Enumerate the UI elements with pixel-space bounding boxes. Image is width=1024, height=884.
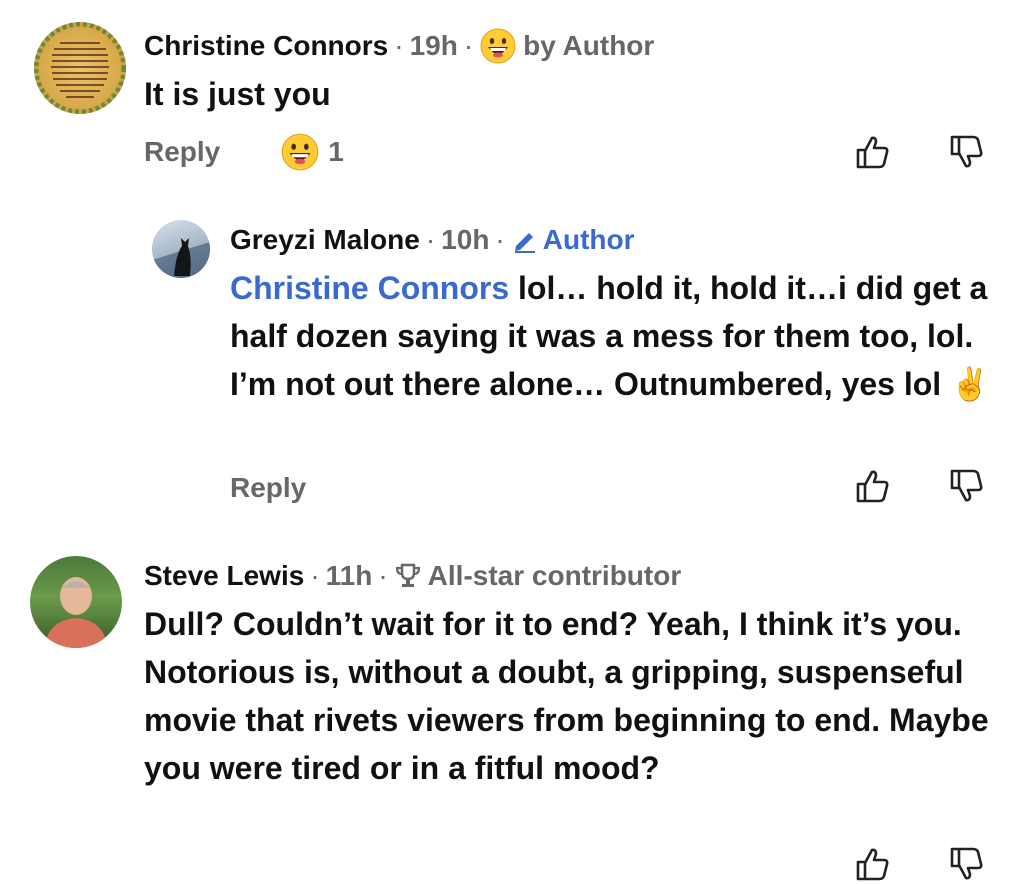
separator: · — [394, 30, 404, 61]
comment-actions: Reply 1 — [144, 130, 344, 174]
comment-header: Steve Lewis · 11h · All-star contributor — [144, 556, 681, 596]
comment-steve-lewis: Steve Lewis · 11h · All-star contributor… — [0, 530, 1024, 881]
comment-header: Greyzi Malone · 10h · Author — [230, 220, 635, 260]
separator: · — [378, 560, 388, 591]
comment-greyzi-malone: Greyzi Malone · 10h · Author Christine C… — [0, 200, 1024, 530]
reaction-count: 1 — [328, 136, 344, 167]
badge-label: Author — [542, 224, 635, 255]
victory-hand-emoji: ✌️ — [950, 366, 990, 402]
avatar-poster-image — [34, 22, 126, 114]
thumbs-down-icon[interactable] — [946, 466, 986, 506]
author-name[interactable]: Steve Lewis — [144, 560, 304, 592]
timestamp[interactable]: 11h — [326, 560, 373, 592]
mention-link[interactable]: Christine Connors — [230, 270, 509, 306]
author-badge: by Author — [479, 27, 654, 65]
timestamp[interactable]: 10h — [441, 224, 489, 256]
author-name[interactable]: Christine Connors — [144, 30, 388, 62]
comment-christine-connors: Christine Connors · 19h · by Author It i… — [0, 0, 1024, 200]
thumbs-up-icon[interactable] — [852, 132, 892, 172]
badge-label: by Author — [523, 30, 655, 61]
contributor-badge: All-star contributor — [394, 560, 682, 592]
comment-text: It is just you — [144, 76, 331, 112]
avatar-cat-photo — [152, 238, 210, 278]
grinning-face-icon — [281, 133, 319, 171]
separator: · — [463, 30, 474, 61]
author-badge: Author — [511, 224, 635, 256]
avatar[interactable] — [152, 220, 210, 278]
grinning-face-icon — [480, 28, 516, 64]
badge-label: All-star contributor — [427, 560, 682, 591]
thumbs-up-icon[interactable] — [852, 844, 892, 884]
avatar[interactable] — [30, 556, 122, 648]
author-name[interactable]: Greyzi Malone — [230, 224, 420, 256]
reaction-summary[interactable]: 1 — [280, 132, 344, 172]
reply-button[interactable]: Reply — [230, 472, 306, 504]
trophy-icon — [395, 563, 420, 587]
pencil-icon — [514, 233, 535, 253]
thumbs-up-icon[interactable] — [852, 466, 892, 506]
timestamp[interactable]: 19h — [410, 30, 458, 62]
reply-button[interactable]: Reply — [144, 136, 220, 168]
thumbs-down-icon[interactable] — [946, 132, 986, 172]
comment-header: Christine Connors · 19h · by Author — [144, 26, 654, 66]
separator: · — [310, 560, 320, 591]
thumbs-down-icon[interactable] — [946, 844, 986, 884]
separator: · — [425, 224, 436, 255]
avatar-person-photo — [44, 577, 108, 648]
separator: · — [495, 224, 505, 255]
comment-text: Dull? Couldn’t wait for it to end? Yeah,… — [144, 606, 989, 786]
comment-actions: Reply — [230, 466, 306, 510]
avatar[interactable] — [34, 22, 126, 114]
comment-text: Christine Connors lol… hold it, hold it…… — [230, 264, 1000, 408]
